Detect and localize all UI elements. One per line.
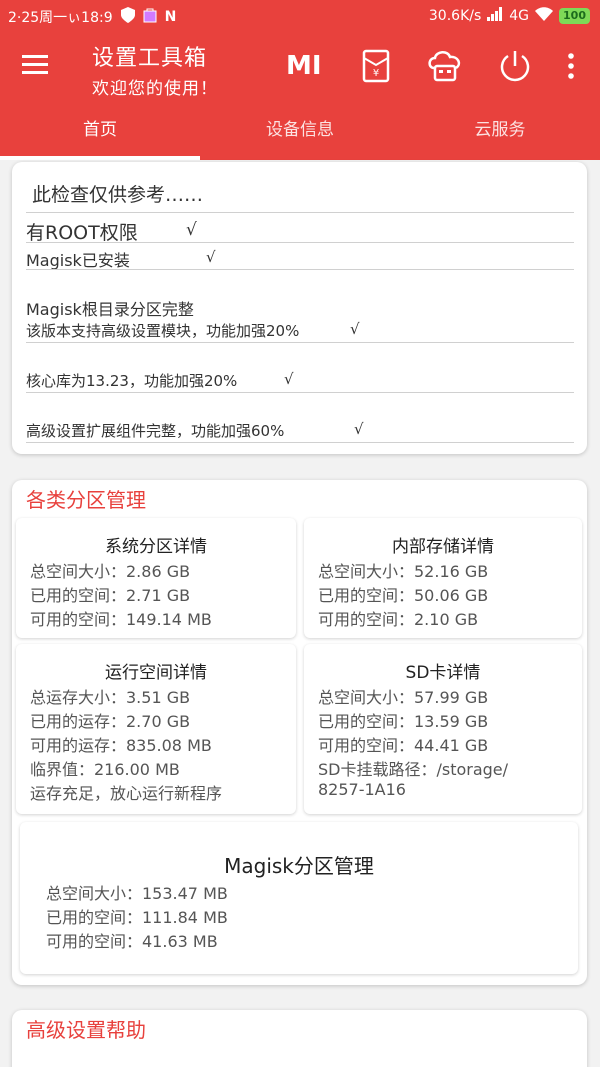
check-title: 此检查仅供参考……	[32, 184, 204, 206]
partition-card: 各类分区管理 系统分区详情 总空间大小：2.86 GB 已用的空间：2.71 G…	[12, 480, 587, 985]
check-item-advanced-module: 该版本支持高级设置模块，功能加强20%	[26, 322, 300, 340]
panel-line: 已用的空间：111.84 MB	[46, 908, 228, 927]
app-subtitle: 欢迎您的使用！	[92, 79, 218, 99]
divider	[26, 269, 574, 270]
mi-icon[interactable]: MI	[286, 48, 322, 84]
svg-text:¥: ¥	[373, 68, 379, 79]
panel-line: SD卡挂载路径：/storage/	[318, 760, 509, 779]
signal-icon	[487, 7, 503, 25]
divider	[26, 212, 574, 213]
check-mark: √	[350, 320, 360, 338]
network-type: 4G	[509, 8, 530, 24]
panel-line: 8257-1A16	[318, 780, 406, 799]
tab-home[interactable]: 首页	[0, 100, 200, 160]
panel-title: Magisk分区管理	[224, 854, 374, 878]
check-item-core-lib: 核心库为13.23，功能加强20%	[26, 372, 238, 390]
panel-line: 总空间大小：52.16 GB	[318, 562, 489, 581]
tab-device-info[interactable]: 设备信息	[200, 100, 400, 160]
bag-icon	[143, 7, 157, 27]
ram-panel[interactable]: 运行空间详情 总运存大小：3.51 GB 已用的运存：2.70 GB 可用的运存…	[16, 644, 296, 814]
panel-line: 已用的空间：13.59 GB	[318, 712, 489, 731]
divider	[26, 442, 574, 443]
panel-line: 可用的空间：41.63 MB	[46, 932, 218, 951]
panel-line: 已用的空间：50.06 GB	[318, 586, 489, 605]
check-mark: √	[284, 370, 294, 388]
check-item-magisk: Magisk已安装	[26, 251, 130, 270]
more-options-icon[interactable]	[566, 52, 576, 80]
panel-title: 系统分区详情	[105, 537, 207, 557]
panel-title: 运行空间详情	[105, 663, 207, 683]
magisk-partition-panel[interactable]: Magisk分区管理 总空间大小：153.47 MB 已用的空间：111.84 …	[20, 822, 578, 974]
tab-indicator	[0, 156, 200, 160]
app-title: 设置工具箱	[92, 46, 208, 71]
panel-line: 可用的空间：44.41 GB	[318, 736, 489, 755]
internal-storage-panel[interactable]: 内部存储详情 总空间大小：52.16 GB 已用的空间：50.06 GB 可用的…	[304, 518, 582, 638]
panel-line: 总空间大小：57.99 GB	[318, 688, 489, 707]
system-partition-panel[interactable]: 系统分区详情 总空间大小：2.86 GB 已用的空间：2.71 GB 可用的空间…	[16, 518, 296, 638]
check-mark: √	[206, 248, 216, 266]
panel-line: 总运存大小：3.51 GB	[30, 688, 191, 707]
partition-section-title: 各类分区管理	[26, 488, 146, 512]
help-section-title: 高级设置帮助	[26, 1018, 146, 1042]
battery-icon: 100	[559, 8, 590, 24]
network-speed: 30.6K/s	[428, 8, 482, 24]
help-card[interactable]: 高级设置帮助	[12, 1010, 587, 1067]
check-mark: √	[186, 220, 197, 240]
panel-line: 已用的运存：2.70 GB	[30, 712, 191, 731]
check-item-magisk-partition: Magisk根目录分区完整	[26, 300, 194, 319]
status-time: 2·25周一ぃ18:9	[8, 10, 113, 26]
panel-title: 内部存储详情	[392, 537, 494, 557]
tab-cloud-service[interactable]: 云服务	[400, 100, 600, 160]
panel-line: 可用的空间：149.14 MB	[30, 610, 212, 629]
divider	[26, 342, 574, 343]
red-envelope-icon[interactable]: ¥	[358, 48, 394, 84]
panel-line: 临界值：216.00 MB	[30, 760, 180, 779]
divider	[26, 392, 574, 393]
status-bar: 2·25周一ぃ18:9 N 30.6K/s 4G 100	[0, 0, 600, 32]
panel-line: 已用的空间：2.71 GB	[30, 586, 191, 605]
check-mark: √	[354, 420, 364, 438]
sd-card-panel[interactable]: SD卡详情 总空间大小：57.99 GB 已用的空间：13.59 GB 可用的空…	[304, 644, 582, 814]
panel-title: SD卡详情	[405, 663, 481, 683]
shield-icon	[120, 7, 135, 27]
wifi-icon	[535, 7, 554, 25]
menu-icon[interactable]	[22, 54, 48, 76]
check-card: 此检查仅供参考…… 有ROOT权限 √ Magisk已安装 √ Magisk根目…	[12, 162, 587, 454]
check-item-root: 有ROOT权限	[26, 222, 138, 244]
n-notification-icon: N	[164, 9, 177, 25]
cloud-server-icon[interactable]	[426, 48, 462, 84]
divider	[26, 242, 574, 243]
power-icon[interactable]	[497, 48, 533, 84]
panel-line: 运存充足，放心运行新程序	[30, 784, 223, 803]
check-item-extension: 高级设置扩展组件完整，功能加强60%	[26, 422, 285, 440]
app-bar: 设置工具箱 欢迎您的使用！ MI ¥	[0, 32, 600, 100]
tab-bar: 首页 设备信息 云服务	[0, 100, 600, 160]
panel-line: 可用的空间：2.10 GB	[318, 610, 479, 629]
panel-line: 总空间大小：2.86 GB	[30, 562, 191, 581]
panel-line: 总空间大小：153.47 MB	[46, 884, 228, 903]
panel-line: 可用的运存：835.08 MB	[30, 736, 212, 755]
